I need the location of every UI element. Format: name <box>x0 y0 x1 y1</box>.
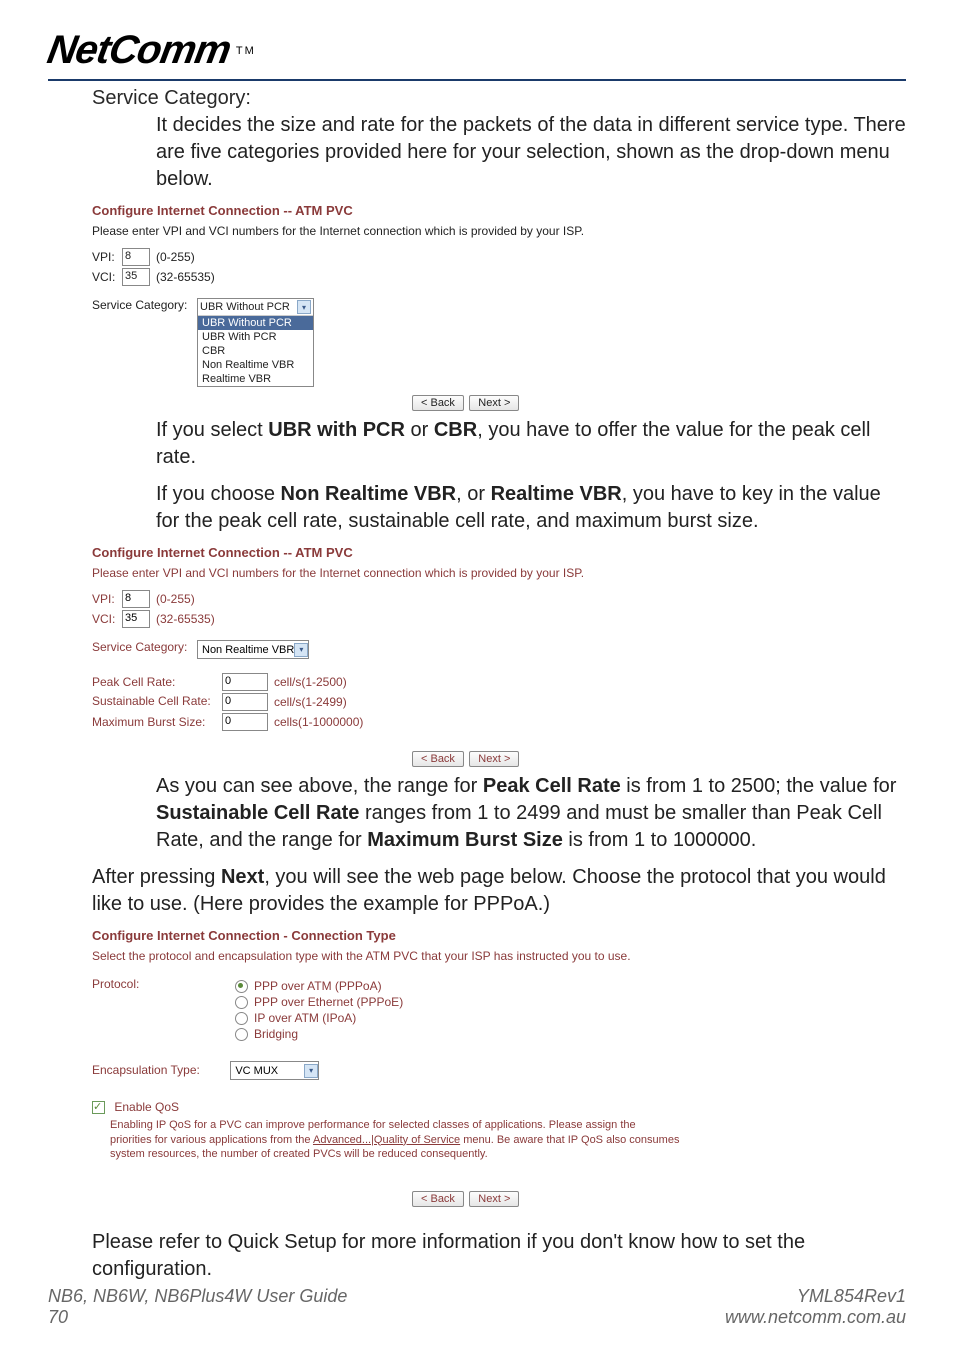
enable-qos-checkbox[interactable] <box>92 1101 105 1114</box>
vci-range: (32-65535) <box>156 612 215 626</box>
dropdown-option[interactable]: UBR With PCR <box>198 330 313 344</box>
radio-pppoa[interactable] <box>235 980 248 993</box>
select-value: Non Realtime VBR <box>202 644 294 656</box>
screenshot-connection-type: Configure Internet Connection - Connecti… <box>92 928 906 1207</box>
service-category-select[interactable]: Non Realtime VBR ▾ <box>197 640 309 659</box>
service-category-label: Service Category: <box>92 640 197 654</box>
vpi-label: VPI: <box>92 592 122 606</box>
qos-note: Enabling IP QoS for a PVC can improve pe… <box>110 1118 680 1161</box>
vpi-label: VPI: <box>92 250 122 264</box>
screenshot-atm-pvc-dropdown: Configure Internet Connection -- ATM PVC… <box>92 203 906 411</box>
max-burst-size-label: Maximum Burst Size: <box>92 715 222 729</box>
peak-cell-rate-range: cell/s(1-2500) <box>274 675 347 689</box>
enable-qos-label: Enable QoS <box>114 1100 179 1114</box>
vci-input[interactable]: 35 <box>122 268 150 286</box>
radio-pppoe[interactable] <box>235 996 248 1009</box>
dropdown-option[interactable]: CBR <box>198 344 313 358</box>
max-burst-size-range: cells(1-1000000) <box>274 715 363 729</box>
vpi-input[interactable]: 8 <box>122 248 150 266</box>
encapsulation-select[interactable]: VC MUX ▾ <box>230 1061 319 1080</box>
section-title: Service Category: <box>92 87 906 110</box>
paragraph-quick-setup: Please refer to Quick Setup for more inf… <box>92 1229 906 1283</box>
dropdown-option[interactable]: Non Realtime VBR <box>198 358 313 372</box>
vci-input[interactable]: 35 <box>122 610 150 628</box>
radio-label: Bridging <box>254 1027 298 1041</box>
footer-guide-title: NB6, NB6W, NB6Plus4W User Guide <box>48 1286 347 1307</box>
service-category-dropdown[interactable]: UBR Without PCR ▾ UBR Without PCR UBR Wi… <box>197 298 314 387</box>
vci-label: VCI: <box>92 270 122 284</box>
paragraph-vbr: If you choose Non Realtime VBR, or Realt… <box>156 481 906 535</box>
footer-doc-rev: YML854Rev1 <box>725 1286 906 1307</box>
back-button[interactable]: < Back <box>412 1191 464 1207</box>
radio-label: PPP over ATM (PPPoA) <box>254 979 382 993</box>
paragraph-ranges: As you can see above, the range for Peak… <box>156 773 906 854</box>
service-category-label: Service Category: <box>92 298 197 312</box>
radio-bridging[interactable] <box>235 1028 248 1041</box>
back-button[interactable]: < Back <box>412 751 464 767</box>
radio-ipoa[interactable] <box>235 1012 248 1025</box>
intro-paragraph: It decides the size and rate for the pac… <box>156 112 906 193</box>
footer-page-number: 70 <box>48 1307 347 1328</box>
shot3-instruction: Select the protocol and encapsulation ty… <box>92 949 632 963</box>
trademark: TM <box>236 45 256 57</box>
page-footer: NB6, NB6W, NB6Plus4W User Guide 70 YML85… <box>48 1286 906 1328</box>
dropdown-option[interactable]: Realtime VBR <box>198 372 313 386</box>
sustainable-cell-rate-label: Sustainable Cell Rate: <box>92 695 222 708</box>
vpi-input[interactable]: 8 <box>122 590 150 608</box>
paragraph-next: After pressing Next, you will see the we… <box>92 864 906 918</box>
shot3-title: Configure Internet Connection - Connecti… <box>92 928 906 943</box>
next-button[interactable]: Next > <box>469 395 519 411</box>
sustainable-cell-rate-input[interactable]: 0 <box>222 693 268 711</box>
shot2-instruction: Please enter VPI and VCI numbers for the… <box>92 566 906 580</box>
footer-url: www.netcomm.com.au <box>725 1307 906 1328</box>
screenshot-atm-pvc-vbr: Configure Internet Connection -- ATM PVC… <box>92 545 906 767</box>
vci-range: (32-65535) <box>156 270 215 284</box>
logo: NetComm TM <box>48 28 906 73</box>
back-button[interactable]: < Back <box>412 395 464 411</box>
next-button[interactable]: Next > <box>469 1191 519 1207</box>
encapsulation-label: Encapsulation Type: <box>92 1063 227 1077</box>
paragraph-ubr-cbr: If you select UBR with PCR or CBR, you h… <box>156 417 906 471</box>
peak-cell-rate-label: Peak Cell Rate: <box>92 675 222 689</box>
shot1-title: Configure Internet Connection -- ATM PVC <box>92 203 906 218</box>
peak-cell-rate-input[interactable]: 0 <box>222 673 268 691</box>
select-value: VC MUX <box>235 1065 304 1077</box>
dropdown-option[interactable]: UBR Without PCR <box>198 316 313 330</box>
header-rule <box>48 79 906 81</box>
vpi-range: (0-255) <box>156 592 195 606</box>
max-burst-size-input[interactable]: 0 <box>222 713 268 731</box>
next-button[interactable]: Next > <box>469 751 519 767</box>
chevron-down-icon[interactable]: ▾ <box>294 643 308 657</box>
radio-label: PPP over Ethernet (PPPoE) <box>254 995 403 1009</box>
vpi-range: (0-255) <box>156 250 195 264</box>
dropdown-selected: UBR Without PCR <box>200 301 290 313</box>
shot2-title: Configure Internet Connection -- ATM PVC <box>92 545 906 560</box>
radio-label: IP over ATM (IPoA) <box>254 1011 356 1025</box>
sustainable-cell-rate-range: cell/s(1-2499) <box>274 695 347 709</box>
vci-label: VCI: <box>92 612 122 626</box>
logo-text: NetComm <box>44 28 234 73</box>
chevron-down-icon[interactable]: ▾ <box>304 1064 318 1078</box>
chevron-down-icon[interactable]: ▾ <box>297 300 311 314</box>
protocol-label: Protocol: <box>92 977 235 1043</box>
shot1-instruction: Please enter VPI and VCI numbers for the… <box>92 224 906 238</box>
qos-link[interactable]: Advanced...|Quality of Service <box>313 1134 460 1146</box>
